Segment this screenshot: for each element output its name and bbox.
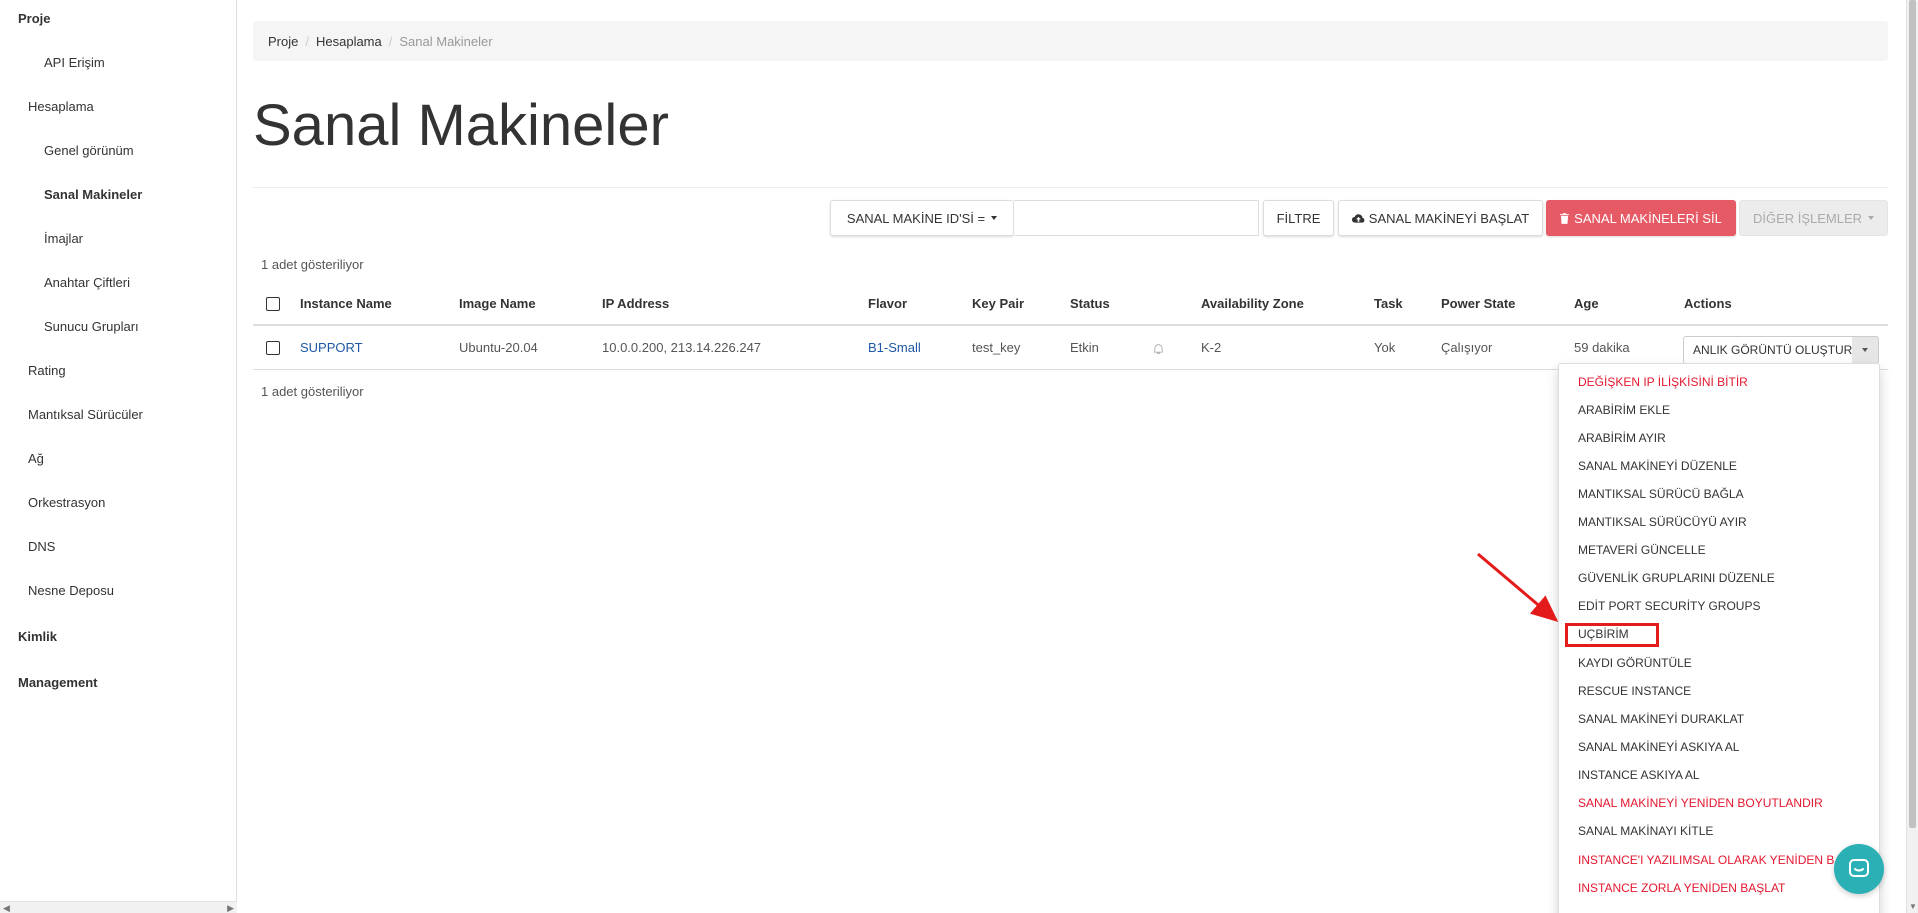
page-title: Sanal Makineler	[253, 93, 669, 158]
breadcrumb-hesaplama[interactable]: Hesaplama	[316, 34, 382, 49]
sidebar-item-imajlar[interactable]: İmajlar	[44, 231, 83, 246]
menu-item-disassociate-floating-ip[interactable]: DEĞİŞKEN IP İLİŞKİSİNİ BİTİR	[1578, 375, 1748, 389]
create-snapshot-button[interactable]: ANLIK GÖRÜNTÜ OLUŞTUR	[1683, 336, 1863, 364]
scroll-left-icon[interactable]: ◀	[3, 903, 10, 913]
sidebar-item-dns[interactable]: DNS	[28, 539, 55, 554]
trash-icon	[1560, 212, 1570, 224]
menu-item-detach-volume[interactable]: MANTIKSAL SÜRÜCÜYÜ AYIR	[1578, 515, 1747, 529]
menu-item-detach-interface[interactable]: ARABİRİM AYIR	[1578, 431, 1666, 445]
title-divider	[253, 187, 1888, 188]
filter-button-label: FİLTRE	[1276, 210, 1321, 226]
menu-item-edit-instance[interactable]: SANAL MAKİNEYİ DÜZENLE	[1578, 459, 1737, 473]
result-count-top: 1 adet gösteriliyor	[261, 257, 364, 272]
delete-instances-label: SANAL MAKİNELERİ SİL	[1574, 210, 1722, 226]
menu-item-resize-instance[interactable]: SANAL MAKİNEYİ YENİDEN BOYUTLANDIR	[1578, 796, 1823, 810]
filter-field-label: SANAL MAKİNE ID'Sİ =	[846, 210, 986, 226]
sidebar-horizontal-scrollbar[interactable]: ◀ ▶	[0, 901, 237, 913]
row-actions-toggle[interactable]	[1852, 336, 1879, 364]
select-all-checkbox[interactable]	[266, 297, 280, 311]
breadcrumb-proje[interactable]: Proje	[268, 34, 298, 49]
sidebar-item-sunucu-gruplari[interactable]: Sunucu Grupları	[44, 319, 139, 334]
col-status[interactable]: Status	[1070, 289, 1110, 326]
sidebar-item-sanal-makineler[interactable]: Sanal Makineler	[44, 187, 142, 202]
power-state-cell: Çalışıyor	[1441, 340, 1493, 355]
menu-item-rescue-instance[interactable]: RESCUE INSTANCE	[1578, 684, 1691, 698]
menu-item-soft-reboot[interactable]: INSTANCE'I YAZILIMSAL OLARAK YENİDEN BAŞ…	[1578, 853, 1872, 867]
sidebar-item-nesne-deposu[interactable]: Nesne Deposu	[28, 583, 114, 598]
page-vertical-scrollbar[interactable]: ▼	[1906, 0, 1918, 913]
col-actions: Actions	[1684, 296, 1732, 311]
menu-item-view-log[interactable]: KAYDI GÖRÜNTÜLE	[1578, 656, 1692, 670]
result-count-bottom: 1 adet gösteriliyor	[261, 384, 364, 399]
menu-item-edit-port-security-groups[interactable]: EDİT PORT SECURİTY GROUPS	[1578, 599, 1760, 613]
more-actions-button[interactable]: DİĞER İŞLEMLER	[1739, 200, 1888, 236]
breadcrumb-separator: /	[388, 33, 393, 49]
sidebar-item-mantiksal-suruculer[interactable]: Mantıksal Sürücüler	[28, 407, 143, 422]
sidebar-group-proje[interactable]: Proje	[18, 11, 51, 26]
filter-button[interactable]: FİLTRE	[1263, 200, 1334, 236]
caret-down-icon	[1862, 348, 1868, 352]
menu-item-suspend-instance[interactable]: SANAL MAKİNEYİ ASKIYA AL	[1578, 740, 1739, 754]
breadcrumb: Proje / Hesaplama / Sanal Makineler	[253, 21, 1888, 61]
caret-down-icon	[991, 216, 998, 220]
menu-item-pause-instance[interactable]: SANAL MAKİNEYİ DURAKLAT	[1578, 712, 1744, 726]
status-cell: Etkin	[1070, 340, 1099, 355]
menu-item-attach-volume[interactable]: MANTIKSAL SÜRÜCÜ BAĞLA	[1578, 487, 1744, 501]
sidebar-item-api-erisim[interactable]: API Erişim	[44, 55, 105, 70]
menu-item-attach-interface[interactable]: ARABİRİM EKLE	[1578, 403, 1670, 417]
filter-field-select[interactable]: SANAL MAKİNE ID'Sİ =	[830, 200, 1014, 236]
sidebar-item-genel-gorunum[interactable]: Genel görünüm	[44, 143, 134, 158]
delete-instances-button[interactable]: SANAL MAKİNELERİ SİL	[1546, 200, 1736, 236]
instance-name-link[interactable]: SUPPORT	[300, 326, 363, 370]
sidebar-group-kimlik[interactable]: Kimlik	[18, 629, 57, 644]
launch-instance-button[interactable]: SANAL MAKİNEYİ BAŞLAT	[1338, 200, 1543, 236]
col-task[interactable]: Task	[1374, 289, 1403, 326]
scroll-right-icon[interactable]: ▶	[227, 903, 234, 913]
col-image-name[interactable]: Image Name	[459, 289, 536, 326]
more-actions-label: DİĞER İŞLEMLER	[1752, 210, 1863, 226]
image-name-cell: Ubuntu-20.04	[459, 340, 538, 355]
bell-icon	[1153, 326, 1164, 370]
key-pair-cell: test_key	[972, 340, 1021, 355]
col-power-state[interactable]: Power State	[1441, 289, 1515, 326]
col-instance-name[interactable]: Instance Name	[300, 289, 392, 326]
breadcrumb-separator: /	[305, 33, 309, 49]
table-toolbar: SANAL MAKİNE ID'Sİ = FİLTRE SANAL MAKİNE…	[253, 200, 1888, 240]
menu-item-lock-instance[interactable]: SANAL MAKİNAYI KİTLE	[1578, 824, 1713, 838]
scroll-down-icon[interactable]: ▼	[1909, 902, 1917, 911]
sidebar: Proje API Erişim Hesaplama Genel görünüm…	[0, 0, 237, 913]
launch-instance-label: SANAL MAKİNEYİ BAŞLAT	[1368, 210, 1530, 226]
ip-address-cell: 10.0.0.200, 213.14.226.247	[602, 340, 762, 355]
col-key-pair[interactable]: Key Pair	[972, 289, 1024, 326]
sidebar-group-management[interactable]: Management	[18, 675, 97, 690]
caret-down-icon	[1868, 216, 1875, 220]
menu-item-hard-reboot[interactable]: INSTANCE ZORLA YENİDEN BAŞLAT	[1578, 881, 1785, 895]
menu-item-update-metadata[interactable]: METAVERİ GÜNCELLE	[1578, 543, 1706, 557]
sidebar-item-ag[interactable]: Ağ	[28, 451, 44, 466]
col-age[interactable]: Age	[1574, 289, 1599, 326]
cloud-upload-icon	[1351, 213, 1365, 223]
col-flavor[interactable]: Flavor	[868, 289, 907, 326]
menu-item-edit-security-groups[interactable]: GÜVENLİK GRUPLARINI DÜZENLE	[1578, 571, 1775, 585]
scrollbar-thumb[interactable]	[1909, 0, 1916, 828]
task-cell: Yok	[1374, 340, 1396, 355]
flavor-link[interactable]: B1-Small	[868, 326, 921, 370]
filter-input[interactable]	[1014, 200, 1259, 236]
sidebar-item-orkestrasyon[interactable]: Orkestrasyon	[28, 495, 105, 510]
chat-icon	[1849, 859, 1869, 877]
sidebar-item-anahtar-ciftleri[interactable]: Anahtar Çiftleri	[44, 275, 130, 290]
annotation-highlight-box	[1565, 623, 1659, 647]
col-ip-address[interactable]: IP Address	[602, 289, 669, 326]
menu-item-shelve-instance[interactable]: INSTANCE ASKIYA AL	[1578, 768, 1700, 782]
main-content: Proje / Hesaplama / Sanal Makineler Sana…	[253, 21, 1888, 188]
row-checkbox[interactable]	[266, 341, 280, 355]
breadcrumb-current: Sanal Makineler	[399, 33, 493, 49]
sidebar-item-rating[interactable]: Rating	[28, 363, 66, 378]
support-chat-button[interactable]	[1834, 844, 1884, 894]
availability-zone-cell: K-2	[1201, 340, 1222, 355]
table-header: Instance Name Image Name IP Address Flav…	[253, 289, 1888, 326]
col-availability-zone[interactable]: Availability Zone	[1201, 289, 1304, 326]
sidebar-item-hesaplama[interactable]: Hesaplama	[28, 99, 94, 114]
